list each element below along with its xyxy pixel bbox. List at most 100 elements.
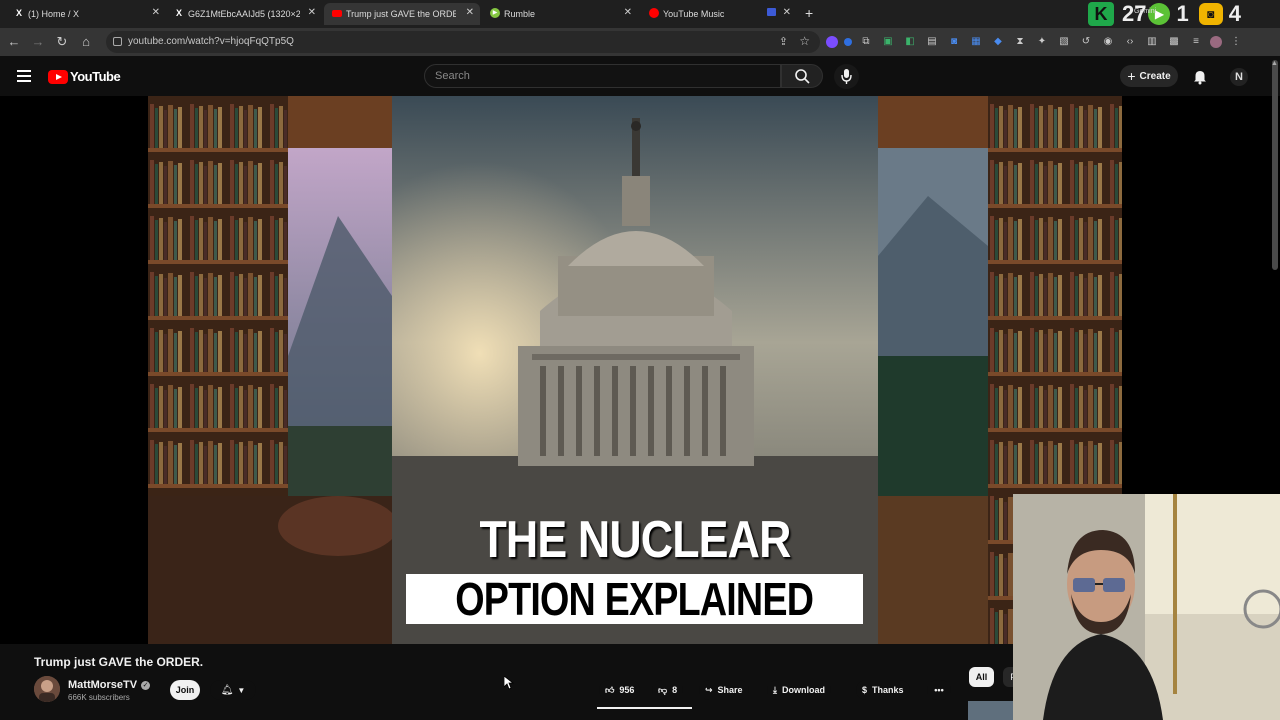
devtools-icon[interactable]: ‹›	[1122, 34, 1138, 50]
search-icon	[795, 69, 810, 84]
extension-icon[interactable]: ◧	[902, 34, 918, 50]
counter-c: 4	[1228, 1, 1241, 26]
subscriber-count: 666K subscribers	[68, 693, 130, 702]
search-input[interactable]	[425, 65, 780, 87]
thanks-button[interactable]: $ Thanks	[856, 680, 910, 700]
bell-ringing-icon: 🔔︎	[220, 684, 234, 696]
tab-youtube-video[interactable]: Trump just GAVE the ORDER. - ✕	[324, 3, 480, 25]
channel-avatar[interactable]	[34, 676, 60, 702]
tab-title: YouTube Music	[663, 9, 725, 19]
download-button[interactable]: ⤓ Download	[767, 680, 831, 700]
site-info-icon[interactable]	[113, 37, 122, 46]
bookmark-star-icon[interactable]: ☆	[799, 34, 810, 48]
rumble-icon: ▶	[490, 8, 500, 18]
share-button[interactable]: ↪ Share	[699, 680, 749, 700]
account-avatar[interactable]: N	[1230, 68, 1248, 86]
extension-icon[interactable]: ≡	[1188, 34, 1204, 50]
youtube-header: YouTube + Create N	[0, 56, 1280, 96]
scroll-up-icon[interactable]: ▲	[1271, 60, 1278, 67]
video-caption-line2: OPTION EXPLAINED	[406, 574, 863, 624]
more-actions-button[interactable]: •••	[927, 680, 951, 700]
thumbs-down-icon: 👎︎	[658, 684, 668, 695]
thanks-label: Thanks	[872, 685, 904, 695]
youtube-music-icon	[649, 8, 659, 18]
join-button[interactable]: Join	[170, 680, 200, 700]
channel-name-row[interactable]: MattMorseTV ✓	[68, 679, 151, 691]
gemini-label: Gemini	[1134, 8, 1157, 15]
tab-media-icon	[767, 8, 776, 16]
extension-icon[interactable]: ▤	[924, 34, 940, 50]
close-tab-icon[interactable]: ✕	[466, 7, 474, 18]
bell-icon	[1194, 71, 1206, 85]
extension-icon[interactable]: ◉	[1100, 34, 1116, 50]
youtube-logo[interactable]: YouTube	[48, 69, 121, 84]
like-button[interactable]: 👍︎ 956	[599, 680, 641, 700]
hamburger-menu-icon[interactable]	[17, 70, 31, 85]
x-logo-icon: X	[15, 8, 22, 18]
microphone-icon	[841, 69, 852, 84]
extension-icon[interactable]: ▧	[1056, 34, 1072, 50]
search-button[interactable]	[781, 64, 823, 88]
extension-icon[interactable]: ⧉	[858, 34, 874, 50]
share-arrow-icon: ↪	[705, 684, 713, 695]
subscription-notification-button[interactable]: 🔔︎ ▼	[210, 680, 256, 700]
close-tab-icon[interactable]: ✕	[624, 7, 632, 18]
webcam-feed-image	[1013, 494, 1280, 720]
super-thanks-icon: $	[862, 685, 868, 695]
stream-overlay: K 27 Gemini ▶ 1 ◙ 4	[1088, 1, 1241, 26]
like-count: 956	[619, 685, 635, 695]
history-icon[interactable]: ↺	[1078, 34, 1094, 50]
create-button[interactable]: + Create	[1120, 65, 1178, 87]
extension-icon[interactable]: ▣	[880, 34, 896, 50]
tab-rumble[interactable]: ▶ Rumble ✕	[490, 3, 632, 25]
browser-menu-icon[interactable]: ⋮	[1228, 34, 1244, 50]
counter-b: 1	[1176, 1, 1189, 26]
dislike-count: 8	[672, 685, 678, 695]
caption-line2-text: OPTION EXPLAINED	[455, 573, 815, 625]
plus-icon: +	[1127, 68, 1136, 84]
close-tab-icon[interactable]: ✕	[308, 7, 316, 18]
extension-icon[interactable]: ◙	[946, 34, 962, 50]
tab-youtube-music[interactable]: YouTube Music ✕	[649, 3, 791, 25]
youtube-play-icon	[48, 69, 68, 84]
mask-icon: ◙	[1198, 3, 1223, 25]
more-horizontal-icon: •••	[934, 685, 944, 695]
close-tab-icon[interactable]: ✕	[783, 7, 791, 18]
extension-icon[interactable]	[844, 38, 852, 46]
chip-all[interactable]: All	[969, 667, 994, 687]
extension-icon[interactable]: ◆	[990, 34, 1006, 50]
back-icon[interactable]: ←	[6, 34, 22, 49]
recommended-video-thumbnail[interactable]	[968, 701, 1013, 720]
x-logo-icon: X	[175, 8, 182, 18]
voice-search-button[interactable]	[834, 64, 859, 89]
home-icon[interactable]: ⌂	[78, 34, 94, 49]
extension-icon[interactable]	[826, 36, 838, 48]
extension-icon[interactable]: ⧗	[1012, 34, 1028, 50]
extension-icon[interactable]: ▦	[968, 34, 984, 50]
page-scrollbar[interactable]	[1272, 60, 1278, 270]
webcam-overlay	[1013, 494, 1280, 720]
profile-avatar-icon[interactable]	[1210, 36, 1222, 48]
dislike-button[interactable]: 👎︎ 8	[652, 680, 684, 700]
url-text: youtube.com/watch?v=hjoqFqQTp5Q	[128, 36, 294, 47]
channel-name[interactable]: MattMorseTV	[68, 679, 137, 691]
notifications-button[interactable]	[1192, 69, 1208, 90]
tab-title: (1) Home / X	[28, 9, 80, 19]
share-label: Share	[717, 685, 743, 695]
download-icon: ⤓	[773, 684, 777, 695]
extension-icon[interactable]: ▩	[1166, 34, 1182, 50]
forward-icon[interactable]: →	[30, 34, 46, 49]
extension-icon[interactable]: ▥	[1144, 34, 1160, 50]
extension-icons: ⧉ ▣ ◧ ▤ ◙ ▦ ◆ ⧗ ✦ ▧ ↺ ◉ ‹› ▥ ▩ ≡ ⋮	[826, 34, 1244, 50]
chevron-down-icon: ▼	[237, 685, 246, 695]
create-label: Create	[1139, 70, 1171, 82]
address-bar[interactable]: youtube.com/watch?v=hjoqFqQTp5Q ⇪ ☆	[106, 31, 820, 53]
install-app-icon[interactable]: ⇪	[779, 35, 788, 48]
close-tab-icon[interactable]: ✕	[152, 7, 160, 18]
reload-icon[interactable]: ↻	[54, 34, 70, 50]
tab-x-image[interactable]: X G6Z1MtEbcAAIJd5 (1320×2361) ✕	[174, 3, 316, 25]
new-tab-button[interactable]: +	[805, 5, 813, 21]
puzzle-icon[interactable]: ✦	[1034, 34, 1050, 50]
tab-x-home[interactable]: X (1) Home / X ✕	[14, 3, 160, 25]
mouse-cursor-icon	[504, 676, 514, 690]
